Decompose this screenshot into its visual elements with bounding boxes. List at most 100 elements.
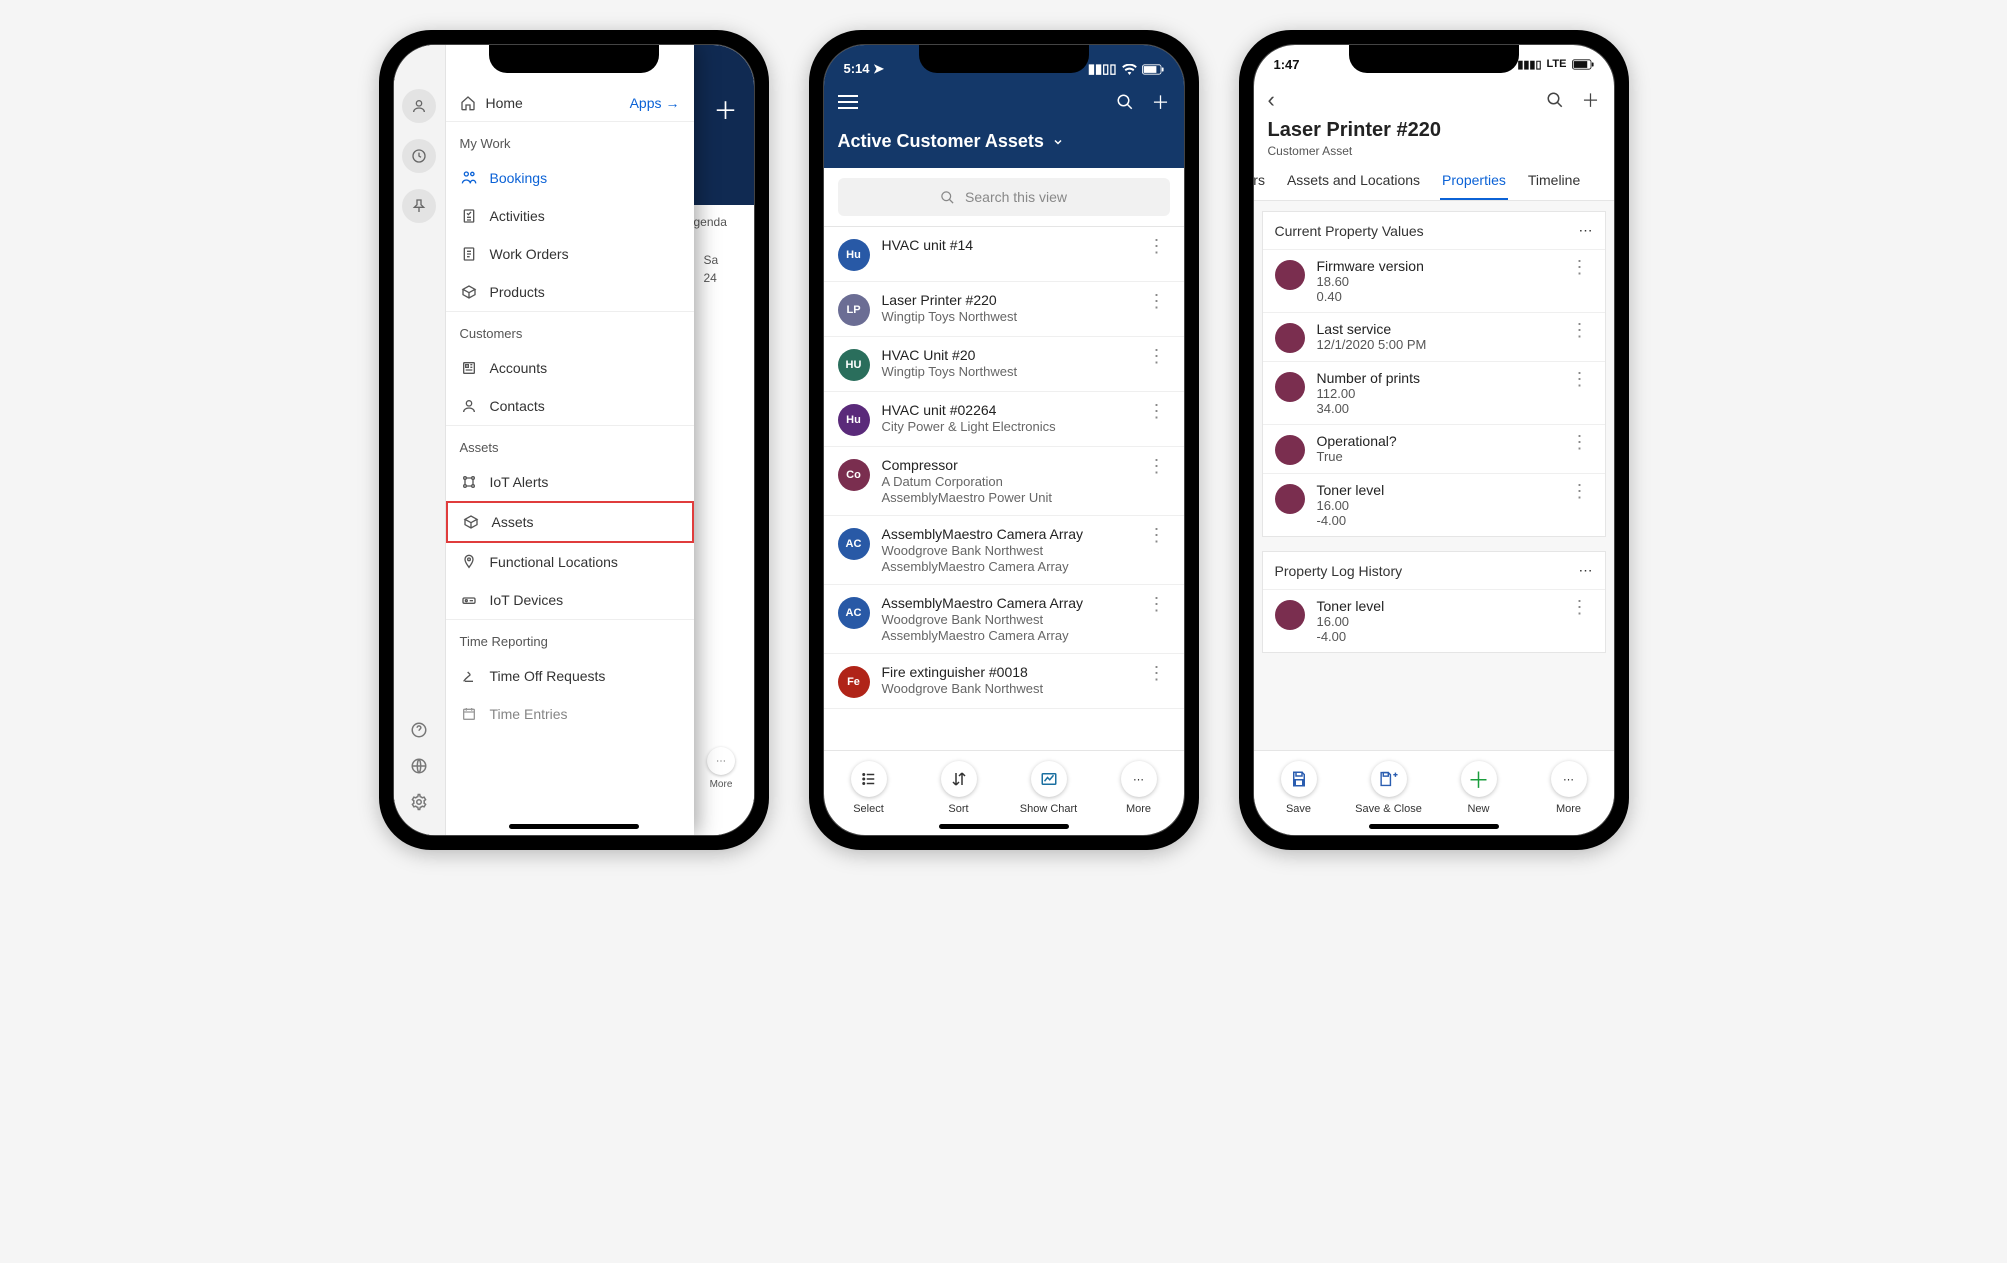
globe-icon[interactable] [410,757,428,775]
section-header-assets: Assets [446,426,694,463]
avatar: Hu [838,239,870,271]
profile-icon[interactable] [402,89,436,123]
underlay-more-button[interactable]: ⋯ More [699,747,744,790]
search-icon[interactable] [1546,91,1564,109]
nav-home-row[interactable]: Home Apps → [446,85,694,122]
add-icon[interactable]: ＋ [1582,87,1600,113]
nav-item-time-off-requests[interactable]: Time Off Requests [446,657,694,695]
row-more-icon[interactable]: ⋮ [1144,457,1170,475]
item-sub1: City Power & Light Electronics [882,419,1144,434]
property-name: Toner level [1317,482,1567,498]
row-more-icon[interactable]: ⋮ [1567,370,1593,388]
contacts-icon [460,398,478,414]
property-row[interactable]: Last service12/1/2020 5:00 PM⋮ [1263,312,1605,361]
list-item[interactable]: FeFire extinguisher #0018Woodgrove Bank … [824,654,1184,709]
property-row[interactable]: Firmware version18.600.40⋮ [1263,249,1605,312]
notch [489,45,659,73]
back-icon[interactable]: ‹ [1268,87,1275,113]
select-button[interactable]: Select [824,761,914,815]
item-sub1: Wingtip Toys Northwest [882,309,1144,324]
item-title: AssemblyMaestro Camera Array [882,595,1144,611]
item-sub1: A Datum Corporation [882,474,1144,489]
help-icon[interactable] [410,721,428,739]
iot-alerts-icon [460,474,478,490]
row-more-icon[interactable]: ⋮ [1144,526,1170,544]
row-more-icon[interactable]: ⋮ [1144,664,1170,682]
settings-icon[interactable] [410,793,428,811]
tab-assets-locations[interactable]: Assets and Locations [1285,172,1422,200]
row-more-icon[interactable]: ⋮ [1144,347,1170,365]
asset-list[interactable]: HuHVAC unit #14⋮LPLaser Printer #220Wing… [824,227,1184,750]
nav-item-functional-locations[interactable]: Functional Locations [446,543,694,581]
search-icon[interactable] [1116,93,1134,111]
tab-partial-left[interactable]: ers [1254,172,1267,200]
hamburger-icon[interactable] [838,95,858,109]
property-value: 16.00 [1317,614,1567,629]
nav-list: Home Apps → My Work Bookings A [446,45,694,835]
signal-icon: ▮▮▯▯ [1088,61,1117,77]
nav-item-bookings[interactable]: Bookings [446,159,694,197]
property-delta: 34.00 [1317,401,1567,416]
list-item[interactable]: ACAssemblyMaestro Camera ArrayWoodgrove … [824,516,1184,585]
nav-item-iot-alerts[interactable]: IoT Alerts [446,463,694,501]
tab-timeline[interactable]: Timeline [1526,172,1582,200]
nav-item-contacts[interactable]: Contacts [446,387,694,426]
add-icon[interactable]: ＋ [714,91,738,126]
property-delta: 0.40 [1317,289,1567,304]
list-item[interactable]: HuHVAC unit #02264City Power & Light Ele… [824,392,1184,447]
nav-item-workorders[interactable]: Work Orders [446,235,694,273]
nav-item-products[interactable]: Products [446,273,694,312]
nav-item-activities[interactable]: Activities [446,197,694,235]
property-row[interactable]: Toner level16.00-4.00⋮ [1263,473,1605,536]
save-close-button[interactable]: Save & Close [1344,761,1434,815]
show-chart-button[interactable]: Show Chart [1004,761,1094,815]
wifi-icon [1122,64,1137,75]
nav-item-assets[interactable]: Assets [446,501,694,543]
row-more-icon[interactable]: ⋮ [1567,433,1593,451]
view-title-dropdown[interactable]: Active Customer Assets [824,121,1184,168]
more-button[interactable]: ⋯ More [1524,761,1614,815]
list-item[interactable]: CoCompressorA Datum CorporationAssemblyM… [824,447,1184,516]
row-more-icon[interactable]: ⋮ [1567,482,1593,500]
property-row[interactable]: Toner level16.00-4.00⋮ [1263,589,1605,652]
arrow-right-icon: → [666,95,680,111]
bookings-icon [460,170,478,186]
row-more-icon[interactable]: ⋮ [1144,237,1170,255]
nav-item-time-entries[interactable]: Time Entries [446,695,694,733]
record-title: Laser Printer #220 [1268,119,1600,142]
row-more-icon[interactable]: ⋮ [1144,595,1170,613]
pin-icon[interactable] [402,189,436,223]
new-button[interactable]: ＋ New [1434,761,1524,815]
list-item[interactable]: HuHVAC unit #14⋮ [824,227,1184,282]
more-icon[interactable]: ⋯ [1579,562,1593,579]
assets-icon [462,514,480,530]
row-more-icon[interactable]: ⋮ [1567,598,1593,616]
avatar: AC [838,597,870,629]
property-row[interactable]: Number of prints112.0034.00⋮ [1263,361,1605,424]
save-button[interactable]: Save [1254,761,1344,815]
list-item[interactable]: ACAssemblyMaestro Camera ArrayWoodgrove … [824,585,1184,654]
list-item[interactable]: HUHVAC Unit #20Wingtip Toys Northwest⋮ [824,337,1184,392]
phone-1: ＋ genda Sa 24 ⋯ More [379,30,769,850]
row-more-icon[interactable]: ⋮ [1144,292,1170,310]
more-button[interactable]: ⋯ More [1094,761,1184,815]
recent-icon[interactable] [402,139,436,173]
avatar: HU [838,349,870,381]
property-name: Last service [1317,321,1567,337]
add-icon[interactable]: ＋ [1152,89,1170,115]
more-icon[interactable]: ⋯ [1579,222,1593,239]
tab-properties[interactable]: Properties [1440,172,1508,200]
sort-button[interactable]: Sort [914,761,1004,815]
nav-item-iot-devices[interactable]: IoT Devices [446,581,694,620]
row-more-icon[interactable]: ⋮ [1567,321,1593,339]
activities-icon [460,208,478,224]
row-more-icon[interactable]: ⋮ [1567,258,1593,276]
property-row[interactable]: Operational?True⋮ [1263,424,1605,473]
property-avatar [1275,484,1305,514]
nav-item-accounts[interactable]: Accounts [446,349,694,387]
list-item[interactable]: LPLaser Printer #220Wingtip Toys Northwe… [824,282,1184,337]
apps-link[interactable]: Apps → [630,95,680,111]
row-more-icon[interactable]: ⋮ [1144,402,1170,420]
search-input[interactable]: Search this view [838,178,1170,216]
workorders-icon [460,246,478,262]
